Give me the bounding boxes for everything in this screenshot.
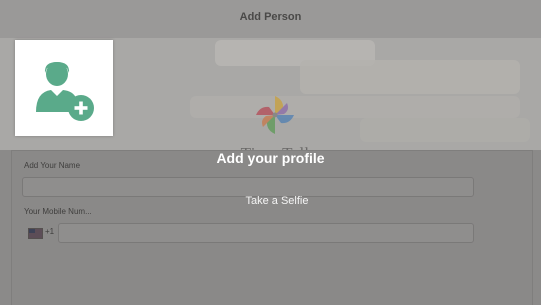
country-code[interactable]: +1: [45, 227, 54, 236]
phone-input[interactable]: [58, 223, 474, 243]
page-title: Add Person: [239, 11, 302, 23]
add-person-icon: [36, 62, 94, 121]
pinwheel-logo-icon: [256, 96, 294, 134]
profile-form: Add Your Name Your Mobile Num... +1: [11, 150, 533, 305]
phone-field-label: Your Mobile Num...: [24, 207, 92, 216]
take-selfie-button[interactable]: Take a Selfie: [222, 191, 332, 211]
navigation-bar: Add Person: [0, 0, 541, 39]
banner-background-shape: [360, 118, 530, 142]
name-field-label: Add Your Name: [24, 161, 81, 170]
banner-background-shape: [300, 60, 520, 94]
add-person-screen: Add Person TippyTalk: [0, 0, 541, 305]
profile-photo-button[interactable]: [15, 40, 113, 136]
us-flag-icon[interactable]: [28, 228, 43, 239]
